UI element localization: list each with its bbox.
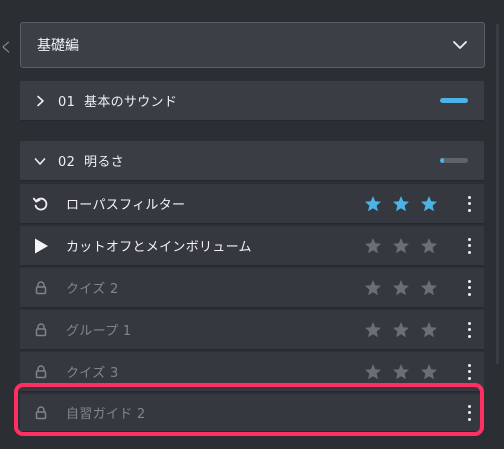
section-name: 明るさ bbox=[84, 155, 124, 170]
lesson-label: ローパスフィルター bbox=[66, 198, 186, 213]
lock-icon bbox=[32, 363, 50, 381]
course-select[interactable]: 基礎編 bbox=[20, 22, 485, 68]
section-progress-fill bbox=[440, 98, 468, 103]
star-empty-icon bbox=[421, 363, 437, 379]
play-icon bbox=[32, 237, 50, 255]
star-rating bbox=[364, 279, 438, 297]
section-progress bbox=[440, 98, 468, 103]
lesson-item[interactable]: クイズ 3 bbox=[20, 352, 484, 392]
scrollbar[interactable] bbox=[491, 0, 504, 449]
section-progress-fill bbox=[440, 158, 445, 163]
course-select-value: 基礎編 bbox=[37, 38, 79, 54]
star-empty-icon bbox=[393, 237, 409, 253]
section-name: 基本のサウンド bbox=[84, 95, 178, 110]
more-icon[interactable] bbox=[466, 195, 472, 212]
section-01[interactable]: 01 基本のサウンド bbox=[20, 81, 484, 121]
lesson-item[interactable]: クイズ 2 bbox=[20, 268, 484, 308]
lesson-label: クイズ 3 bbox=[66, 366, 119, 381]
lock-icon bbox=[32, 321, 50, 339]
star-rating bbox=[364, 321, 438, 339]
star-filled-icon bbox=[393, 195, 409, 211]
star-rating bbox=[364, 237, 438, 255]
lock-icon bbox=[32, 279, 50, 297]
star-empty-icon bbox=[393, 363, 409, 379]
more-icon[interactable] bbox=[466, 237, 472, 254]
scrollbar-track[interactable] bbox=[496, 24, 499, 364]
star-filled-icon bbox=[365, 195, 381, 211]
star-rating bbox=[364, 363, 438, 381]
section-title: 02 明るさ bbox=[58, 151, 440, 170]
more-icon[interactable] bbox=[466, 279, 472, 296]
replay-icon bbox=[32, 195, 50, 213]
star-empty-icon bbox=[365, 237, 381, 253]
section-02[interactable]: 02 明るさ bbox=[20, 141, 484, 181]
lesson-label: カットオフとメインボリューム bbox=[66, 240, 252, 255]
section-number: 02 bbox=[58, 155, 76, 170]
star-rating bbox=[364, 195, 438, 213]
star-empty-icon bbox=[365, 321, 381, 337]
more-icon[interactable] bbox=[466, 363, 472, 380]
section-progress bbox=[440, 158, 468, 163]
lesson-label: 自習ガイド 2 bbox=[66, 407, 146, 422]
lesson-item[interactable]: ローパスフィルター bbox=[20, 184, 484, 224]
lesson-item[interactable]: カットオフとメインボリューム bbox=[20, 226, 484, 266]
section-number: 01 bbox=[58, 95, 76, 110]
chevron-right-icon bbox=[37, 95, 44, 106]
star-empty-icon bbox=[393, 279, 409, 295]
more-icon[interactable] bbox=[466, 321, 472, 338]
star-empty-icon bbox=[421, 321, 437, 337]
edge-glyph: く bbox=[0, 41, 14, 56]
lesson-item[interactable]: グループ 1 bbox=[20, 310, 484, 350]
star-empty-icon bbox=[421, 279, 437, 295]
lesson-label: クイズ 2 bbox=[66, 282, 119, 297]
chevron-down-icon bbox=[34, 157, 46, 165]
lock-icon bbox=[32, 404, 50, 422]
star-empty-icon bbox=[365, 363, 381, 379]
lesson-label: グループ 1 bbox=[66, 324, 132, 339]
star-filled-icon bbox=[421, 195, 437, 211]
star-empty-icon bbox=[421, 237, 437, 253]
chevron-down-icon bbox=[453, 41, 467, 49]
star-empty-icon bbox=[365, 279, 381, 295]
star-empty-icon bbox=[393, 321, 409, 337]
lesson-item[interactable]: 自習ガイド 2 bbox=[20, 394, 484, 432]
more-icon[interactable] bbox=[466, 404, 472, 421]
section-title: 01 基本のサウンド bbox=[58, 91, 440, 110]
